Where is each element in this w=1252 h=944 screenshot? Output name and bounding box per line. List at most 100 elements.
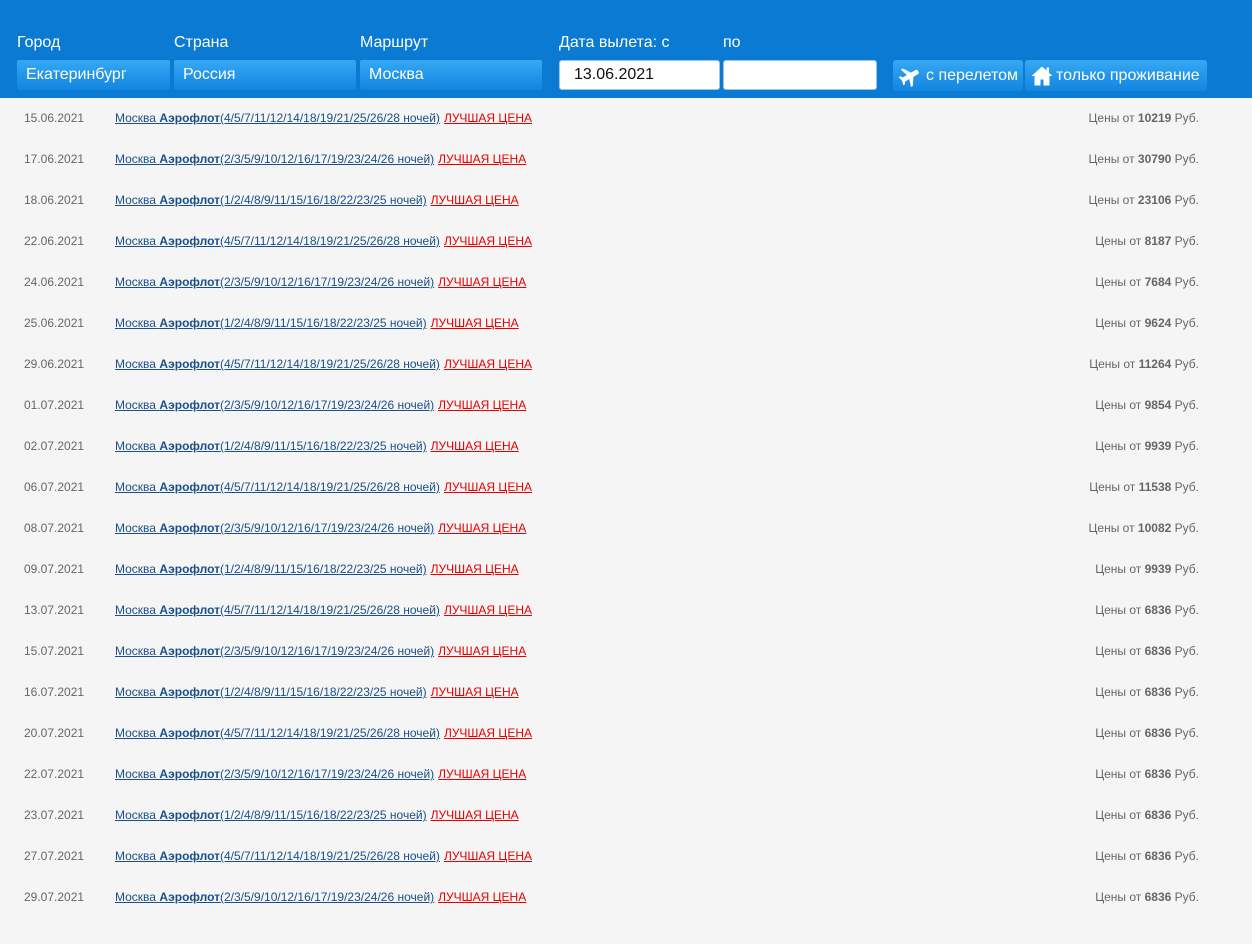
tour-city: Москва xyxy=(115,439,156,453)
tour-link[interactable]: Москва Аэрофлот(1/2/4/8/9/11/15/16/18/22… xyxy=(115,180,519,221)
price-value: 6836 xyxy=(1144,808,1172,822)
tour-price: Цены от 7684 Руб. xyxy=(1095,262,1199,303)
tour-row: 15.06.2021 Москва Аэрофлот(4/5/7/11/12/14… xyxy=(0,98,1252,139)
tour-link[interactable]: Москва Аэрофлот(2/3/5/9/10/12/16/17/19/2… xyxy=(115,385,526,426)
tour-city: Москва xyxy=(115,152,156,166)
tour-row: 09.07.2021 Москва Аэрофлот(1/2/4/8/9/11/1… xyxy=(0,549,1252,590)
tour-nights: (4/5/7/11/12/14/18/19/21/25/26/28 ночей) xyxy=(220,603,440,617)
tour-date: 25.06.2021 xyxy=(24,316,85,330)
price-currency: Руб. xyxy=(1174,275,1199,289)
tour-row: 15.07.2021 Москва Аэрофлот(2/3/5/9/10/12/… xyxy=(0,631,1252,672)
tour-airline: Аэрофлот xyxy=(159,275,220,289)
tour-link[interactable]: Москва Аэрофлот(4/5/7/11/12/14/18/19/21/… xyxy=(115,221,532,262)
country-select[interactable]: Россия xyxy=(174,60,356,90)
tour-nights: (1/2/4/8/9/11/15/16/18/22/23/25 ночей) xyxy=(220,316,427,330)
tour-link[interactable]: Москва Аэрофлот(4/5/7/11/12/14/18/19/21/… xyxy=(115,98,532,139)
tour-date: 17.06.2021 xyxy=(24,152,85,166)
tour-link[interactable]: Москва Аэрофлот(2/3/5/9/10/12/16/17/19/2… xyxy=(115,139,526,180)
tour-airline: Аэрофлот xyxy=(159,726,220,740)
house-icon xyxy=(1031,66,1053,85)
tour-link[interactable]: Москва Аэрофлот(1/2/4/8/9/11/15/16/18/22… xyxy=(115,795,519,836)
price-currency: Руб. xyxy=(1174,439,1199,453)
price-currency: Руб. xyxy=(1174,234,1199,248)
tour-link[interactable]: Москва Аэрофлот(2/3/5/9/10/12/16/17/19/2… xyxy=(115,754,526,795)
tour-link[interactable]: Москва Аэрофлот(4/5/7/11/12/14/18/19/21/… xyxy=(115,344,532,385)
tour-nights: (2/3/5/9/10/12/16/17/19/23/24/26 ночей) xyxy=(220,275,435,289)
price-prefix: Цены от xyxy=(1095,275,1142,289)
tour-row: 01.07.2021 Москва Аэрофлот(2/3/5/9/10/12/… xyxy=(0,385,1252,426)
tour-link[interactable]: Москва Аэрофлот(1/2/4/8/9/11/15/16/18/22… xyxy=(115,426,519,467)
tour-link[interactable]: Москва Аэрофлот(4/5/7/11/12/14/18/19/21/… xyxy=(115,713,532,754)
tour-airline: Аэрофлот xyxy=(159,521,220,535)
tour-city: Москва xyxy=(115,521,156,535)
tour-date: 13.07.2021 xyxy=(24,603,85,617)
airplane-icon xyxy=(898,68,919,87)
tour-price: Цены от 9854 Руб. xyxy=(1095,385,1199,426)
route-select[interactable]: Москва xyxy=(360,60,542,90)
tour-row: 16.07.2021 Москва Аэрофлот(1/2/4/8/9/11/1… xyxy=(0,672,1252,713)
tour-price: Цены от 23106 Руб. xyxy=(1089,180,1199,221)
tour-link[interactable]: Москва Аэрофлот(2/3/5/9/10/12/16/17/19/2… xyxy=(115,631,526,672)
tour-link[interactable]: Москва Аэрофлот(4/5/7/11/12/14/18/19/21/… xyxy=(115,836,532,877)
tour-link[interactable]: Москва Аэрофлот(2/3/5/9/10/12/16/17/19/2… xyxy=(115,508,526,549)
tour-price: Цены от 11538 Руб. xyxy=(1089,467,1199,508)
date-to-input[interactable] xyxy=(723,60,877,90)
tour-row: 08.07.2021 Москва Аэрофлот(2/3/5/9/10/12/… xyxy=(0,508,1252,549)
tour-city: Москва xyxy=(115,726,156,740)
tour-date: 18.06.2021 xyxy=(24,193,85,207)
tour-date: 29.07.2021 xyxy=(24,890,85,904)
price-prefix: Цены от xyxy=(1095,726,1142,740)
tour-row: 23.07.2021 Москва Аэрофлот(1/2/4/8/9/11/1… xyxy=(0,795,1252,836)
price-value: 6836 xyxy=(1144,603,1172,617)
date-from-label: Дата вылета: с xyxy=(559,34,670,51)
price-currency: Руб. xyxy=(1174,316,1199,330)
tour-nights: (4/5/7/11/12/14/18/19/21/25/26/28 ночей) xyxy=(220,357,440,371)
tour-link[interactable]: Москва Аэрофлот(2/3/5/9/10/12/16/17/19/2… xyxy=(115,262,526,303)
best-price-badge: ЛУЧШАЯ ЦЕНА xyxy=(443,603,532,617)
price-currency: Руб. xyxy=(1174,357,1199,371)
price-value: 11264 xyxy=(1138,357,1172,371)
tour-row: 13.07.2021 Москва Аэрофлот(4/5/7/11/12/14… xyxy=(0,590,1252,631)
search-header: Город Страна Маршрут Дата вылета: с по Е… xyxy=(0,0,1252,98)
tour-row: 27.07.2021 Москва Аэрофлот(4/5/7/11/12/14… xyxy=(0,836,1252,877)
price-value: 9939 xyxy=(1144,439,1172,453)
tour-airline: Аэрофлот xyxy=(159,562,220,576)
tour-nights: (2/3/5/9/10/12/16/17/19/23/24/26 ночей) xyxy=(220,398,435,412)
tour-row: 22.06.2021 Москва Аэрофлот(4/5/7/11/12/14… xyxy=(0,221,1252,262)
tour-link[interactable]: Москва Аэрофлот(4/5/7/11/12/14/18/19/21/… xyxy=(115,467,532,508)
tour-nights: (4/5/7/11/12/14/18/19/21/25/26/28 ночей) xyxy=(220,480,440,494)
tour-nights: (2/3/5/9/10/12/16/17/19/23/24/26 ночей) xyxy=(220,890,435,904)
accommodation-only-button[interactable]: только проживание xyxy=(1025,60,1207,91)
price-value: 6836 xyxy=(1144,644,1172,658)
price-currency: Руб. xyxy=(1174,808,1199,822)
city-select[interactable]: Екатеринбург xyxy=(17,60,170,90)
price-value: 10082 xyxy=(1137,521,1172,535)
tour-nights: (2/3/5/9/10/12/16/17/19/23/24/26 ночей) xyxy=(220,767,435,781)
tour-link[interactable]: Москва Аэрофлот(4/5/7/11/12/14/18/19/21/… xyxy=(115,590,532,631)
price-currency: Руб. xyxy=(1174,152,1199,166)
tour-date: 27.07.2021 xyxy=(24,849,85,863)
price-value: 10219 xyxy=(1137,111,1172,125)
tour-date: 06.07.2021 xyxy=(24,480,85,494)
best-price-badge: ЛУЧШАЯ ЦЕНА xyxy=(430,439,519,453)
tour-nights: (2/3/5/9/10/12/16/17/19/23/24/26 ночей) xyxy=(220,644,435,658)
tour-price: Цены от 6836 Руб. xyxy=(1095,713,1199,754)
tour-link[interactable]: Москва Аэрофлот(1/2/4/8/9/11/15/16/18/22… xyxy=(115,549,519,590)
tour-row: 29.06.2021 Москва Аэрофлот(4/5/7/11/12/14… xyxy=(0,344,1252,385)
tour-nights: (1/2/4/8/9/11/15/16/18/22/23/25 ночей) xyxy=(220,808,427,822)
tour-link[interactable]: Москва Аэрофлот(1/2/4/8/9/11/15/16/18/22… xyxy=(115,303,519,344)
with-flight-button[interactable]: с перелетом xyxy=(893,60,1023,91)
price-value: 11538 xyxy=(1138,480,1172,494)
tour-link[interactable]: Москва Аэрофлот(1/2/4/8/9/11/15/16/18/22… xyxy=(115,672,519,713)
tour-airline: Аэрофлот xyxy=(159,398,220,412)
tour-row: 18.06.2021 Москва Аэрофлот(1/2/4/8/9/11/1… xyxy=(0,180,1252,221)
tour-link[interactable]: Москва Аэрофлот(2/3/5/9/10/12/16/17/19/2… xyxy=(115,877,526,918)
price-prefix: Цены от xyxy=(1088,521,1135,535)
price-prefix: Цены от xyxy=(1095,644,1142,658)
best-price-badge: ЛУЧШАЯ ЦЕНА xyxy=(430,316,519,330)
tour-row: 22.07.2021 Москва Аэрофлот(2/3/5/9/10/12/… xyxy=(0,754,1252,795)
tour-city: Москва xyxy=(115,398,156,412)
date-from-input[interactable] xyxy=(559,60,720,90)
tour-city: Москва xyxy=(115,111,156,125)
tour-city: Москва xyxy=(115,767,156,781)
